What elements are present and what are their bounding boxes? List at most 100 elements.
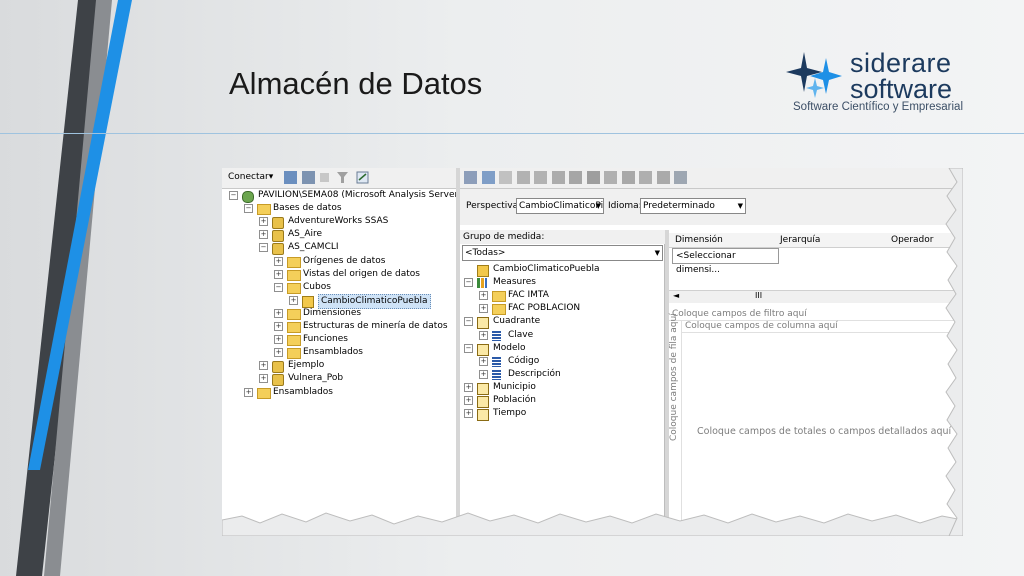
tree-item[interactable]: − Cuadrante: [460, 315, 664, 330]
expand-icon[interactable]: +: [289, 295, 298, 305]
tree-item[interactable]: CambioClimaticoPuebla: [460, 263, 664, 277]
expand-icon[interactable]: +: [259, 217, 268, 227]
expand-icon[interactable]: +: [464, 382, 473, 392]
select-dimension-cell[interactable]: <Seleccionar dimensi...: [672, 248, 779, 275]
collapse-icon[interactable]: −: [229, 191, 238, 200]
tree-item-label: Measures: [493, 277, 536, 288]
expand-icon[interactable]: +: [244, 387, 253, 397]
expand-icon[interactable]: +: [259, 374, 268, 384]
chart-icon[interactable]: [674, 171, 687, 184]
tree-item[interactable]: + Dimensiones: [222, 307, 456, 320]
tree-item[interactable]: + Código: [460, 355, 664, 368]
scroll-left-icon[interactable]: ◄: [673, 291, 679, 300]
expand-icon[interactable]: +: [259, 230, 268, 240]
tree-item[interactable]: + AdventureWorks SSAS: [222, 215, 456, 230]
chevron-down-icon: ▼: [654, 249, 660, 257]
filter-off-icon[interactable]: [639, 171, 652, 184]
stars-icon: [786, 52, 842, 98]
expand-icon[interactable]: +: [479, 291, 488, 301]
tree-item[interactable]: − Cubos: [222, 281, 456, 294]
user-icon[interactable]: [464, 171, 477, 184]
collapse-icon[interactable]: −: [274, 282, 283, 292]
tree-item[interactable]: + FAC IMTA: [460, 289, 664, 303]
collapse-icon[interactable]: −: [259, 243, 268, 253]
tree-item[interactable]: + Ensamblados: [222, 346, 456, 360]
expand-icon[interactable]: +: [464, 396, 473, 405]
expand-icon[interactable]: +: [274, 269, 283, 279]
sort-desc-icon[interactable]: [534, 171, 547, 184]
tree-item[interactable]: + Orígenes de datos: [222, 255, 456, 268]
tree-item[interactable]: + Vistas del origen de datos: [222, 268, 456, 281]
sort-asc-icon[interactable]: [516, 171, 530, 184]
expand-icon[interactable]: +: [479, 369, 488, 379]
tree-item[interactable]: − AS_CAMCLI: [222, 241, 456, 256]
tree-item[interactable]: − Bases de datos: [222, 202, 456, 216]
tree-item[interactable]: + Clave: [460, 329, 664, 342]
collapse-icon[interactable]: −: [464, 278, 473, 288]
collapse-icon[interactable]: −: [244, 204, 253, 214]
filter-icon[interactable]: [336, 171, 349, 184]
tree-item[interactable]: + CambioClimaticoPuebla: [222, 293, 456, 309]
drill-icon[interactable]: [586, 171, 600, 184]
expand-icon[interactable]: +: [259, 361, 268, 371]
tree-item[interactable]: + AS_Aire: [222, 228, 456, 243]
disconnect-icon[interactable]: [302, 171, 315, 184]
collapse-icon[interactable]: −: [464, 343, 473, 353]
filter-hscrollbar[interactable]: ◄ III: [669, 290, 963, 303]
expand-icon[interactable]: +: [274, 256, 283, 266]
refresh-icon[interactable]: [356, 171, 369, 184]
perspective-value: CambioClimaticoPi: [519, 201, 604, 211]
drop-columns-zone[interactable]: Coloque campos de columna aquí: [682, 321, 963, 333]
tree-item[interactable]: + Descripción: [460, 368, 664, 381]
drop-totals-zone[interactable]: Coloque campos de totales o campos detal…: [697, 426, 951, 437]
language-select[interactable]: Predeterminado ▼: [640, 198, 746, 214]
expand-icon[interactable]: +: [274, 322, 283, 331]
reconnect-icon[interactable]: [481, 171, 495, 184]
expand-icon[interactable]: +: [274, 335, 283, 345]
layout-icon[interactable]: [621, 171, 635, 184]
expand-icon[interactable]: +: [479, 356, 488, 366]
tree-item[interactable]: − Measures: [460, 276, 664, 289]
tree-item[interactable]: + Población: [460, 394, 664, 408]
expand-icon[interactable]: +: [274, 308, 283, 318]
title-divider: [0, 133, 1024, 134]
tree-item[interactable]: + Estructuras de minería de datos: [222, 320, 456, 333]
tree-item[interactable]: + Vulnera_Pob: [222, 372, 456, 387]
tree-item[interactable]: + Municipio: [460, 381, 664, 395]
filter-icon[interactable]: [551, 171, 565, 184]
tree-item-label: AdventureWorks SSAS: [288, 216, 389, 227]
connect-label: Conectar: [228, 172, 269, 182]
clear-icon[interactable]: [656, 171, 670, 184]
tree-item[interactable]: + Tiempo: [460, 407, 664, 422]
tree-item-label: Bases de datos: [273, 203, 342, 214]
tree-item[interactable]: − PAVILION\SEMA08 (Microsoft Analysis Ser…: [222, 189, 467, 203]
measure-group-select[interactable]: <Todas> ▼: [462, 245, 663, 261]
pivot-icon[interactable]: [569, 171, 582, 184]
measure-group-label: Grupo de medida:: [460, 230, 667, 244]
expand-icon[interactable]: +: [274, 348, 283, 358]
torn-edge-right: [945, 168, 963, 536]
process-icon[interactable]: [499, 171, 512, 184]
attribute-icon: [492, 369, 501, 380]
tree-item[interactable]: + FAC POBLACION: [460, 302, 664, 316]
tree-item[interactable]: + Ejemplo: [222, 359, 456, 374]
torn-edge: [222, 512, 963, 536]
perspective-select[interactable]: CambioClimaticoPi ▼: [516, 198, 604, 214]
collapse-icon[interactable]: −: [464, 317, 473, 327]
browser-toolbar: [460, 168, 963, 189]
grid-icon[interactable]: [604, 171, 617, 184]
measures-icon: [477, 278, 487, 289]
tree-item[interactable]: − Modelo: [460, 342, 664, 356]
tree-item-label: Población: [493, 395, 537, 405]
tree-item[interactable]: + Ensamblados: [222, 386, 456, 399]
connect-button[interactable]: Conectar▾: [228, 172, 273, 182]
stop-icon[interactable]: [320, 173, 329, 182]
expand-icon[interactable]: +: [464, 409, 473, 419]
connect-server-icon[interactable]: [284, 171, 297, 184]
expand-icon[interactable]: +: [479, 330, 488, 340]
tree-item[interactable]: + Funciones: [222, 333, 456, 347]
expand-icon[interactable]: +: [479, 304, 488, 314]
folder-icon: [287, 282, 301, 294]
chevron-down-icon: ▼: [737, 202, 743, 210]
drop-filter-zone[interactable]: Coloque campos de filtro aquí: [669, 309, 963, 321]
